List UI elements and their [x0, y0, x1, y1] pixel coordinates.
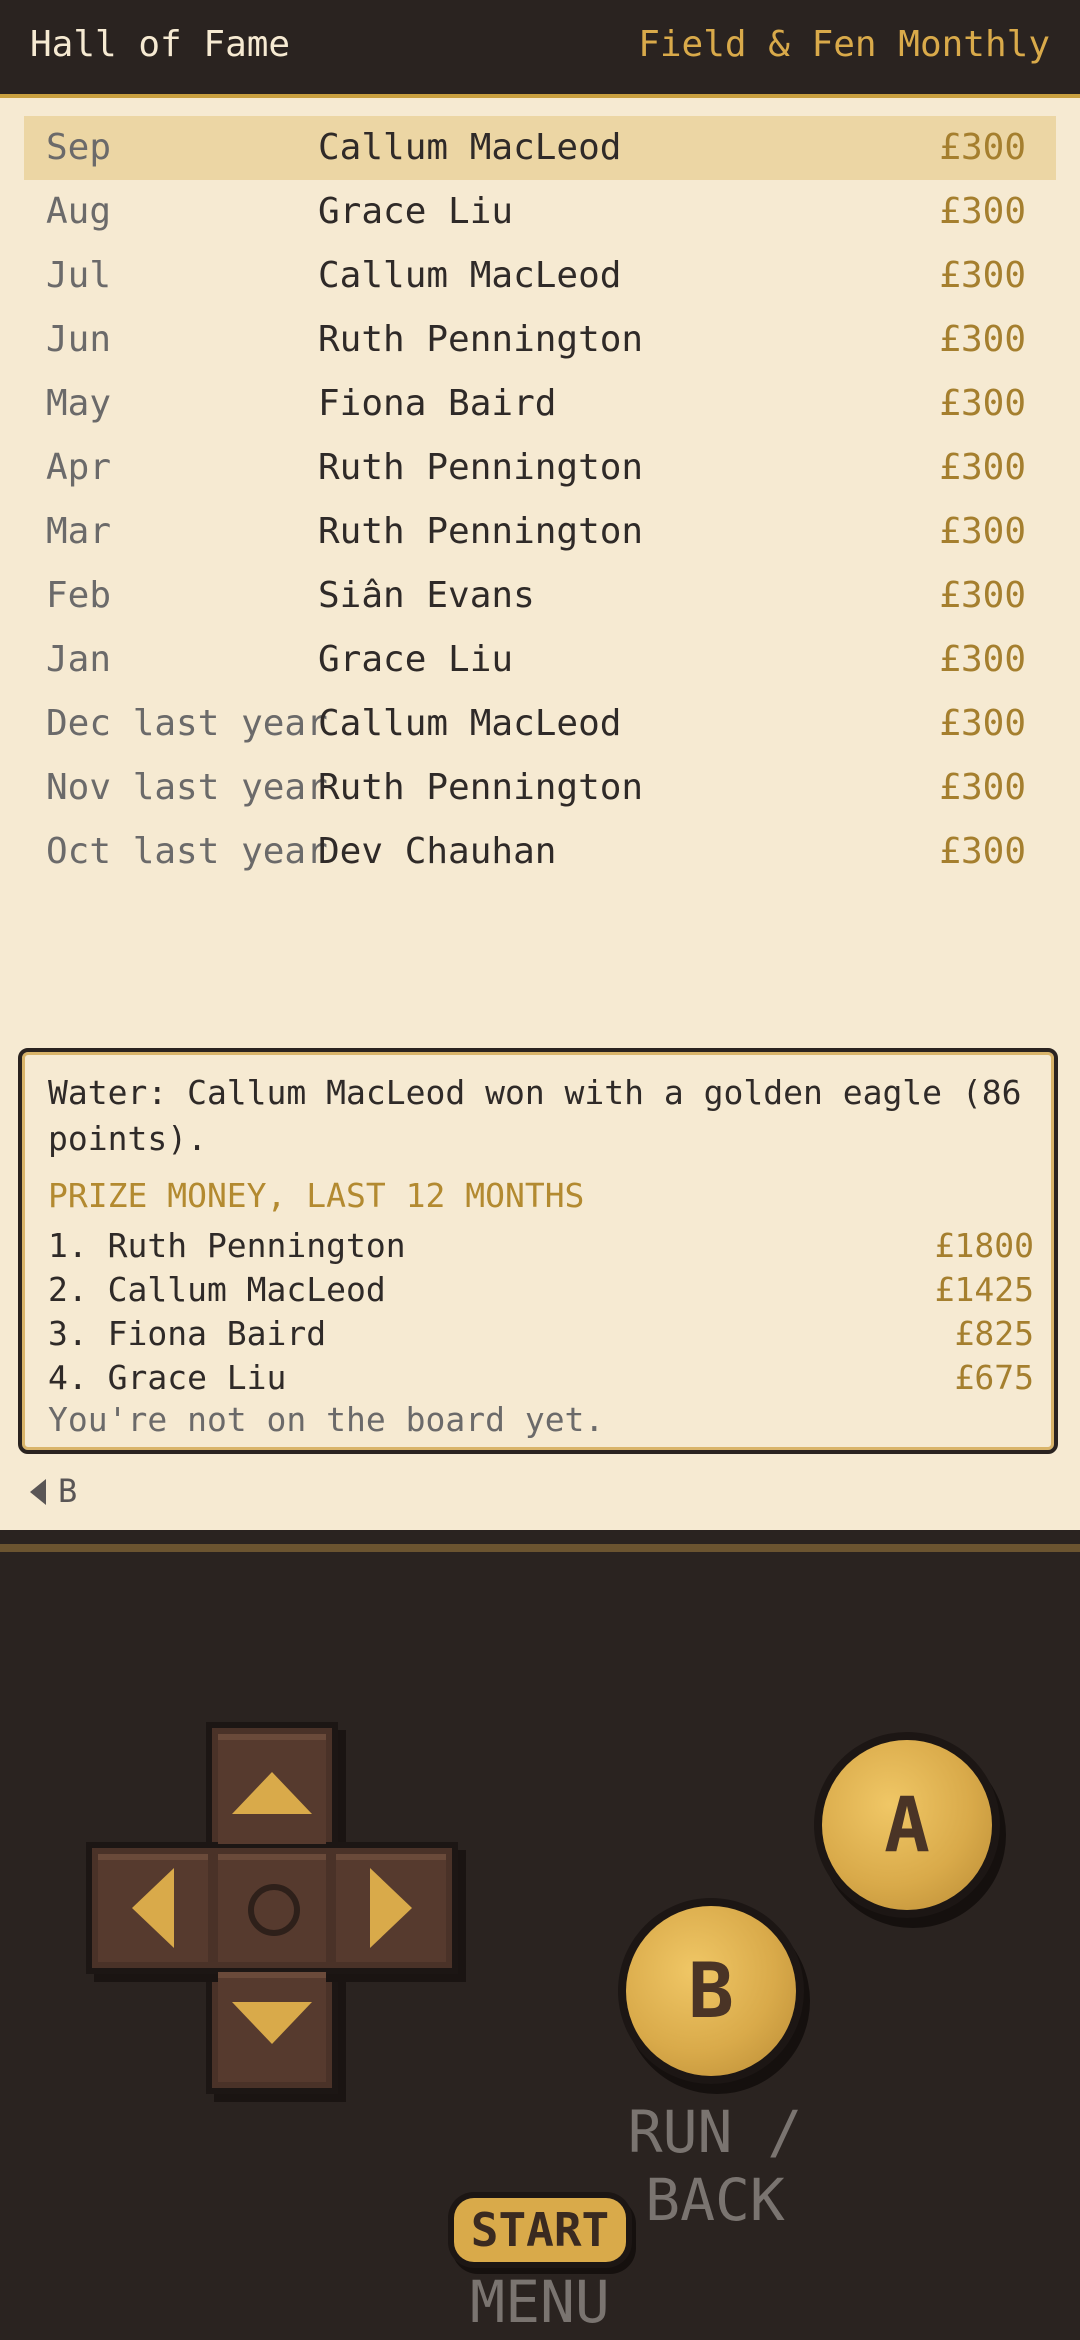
- screen-subtitle: Field & Fen Monthly: [638, 24, 1050, 65]
- leaderboard-heading: PRIZE MONEY, LAST 12 MONTHS: [48, 1176, 585, 1215]
- dpad-right-button[interactable]: [336, 1854, 446, 1962]
- arrow-right-icon: [370, 1868, 412, 1948]
- winner-row[interactable]: Sep Callum MacLeod £300: [24, 116, 1056, 180]
- screen-divider: [0, 1544, 1080, 1552]
- arrow-up-icon: [232, 1772, 312, 1814]
- winner-row[interactable]: Jan Grace Liu £300: [24, 628, 1056, 692]
- screen-title: Hall of Fame: [30, 24, 291, 65]
- winner-name: Dev Chauhan: [318, 831, 557, 872]
- arrow-left-icon: [132, 1868, 174, 1948]
- winner-prize: £300: [939, 831, 1026, 872]
- winner-month: May: [46, 383, 112, 424]
- back-hint: B: [30, 1472, 77, 1510]
- winner-name: Ruth Pennington: [318, 447, 644, 488]
- leaderboard-name: 4. Grace Liu: [48, 1358, 287, 1397]
- dpad-down-button[interactable]: [218, 1972, 326, 2082]
- winner-name: Siân Evans: [318, 575, 535, 616]
- winner-prize: £300: [939, 319, 1026, 360]
- leaderboard-amount: £1800: [934, 1226, 1034, 1265]
- leaderboard-note: You're not on the board yet.: [48, 1400, 605, 1439]
- winner-row[interactable]: May Fiona Baird £300: [24, 372, 1056, 436]
- winner-month: Oct last year: [46, 831, 328, 872]
- leaderboard-row: 4. Grace Liu £675: [48, 1356, 1034, 1400]
- winner-month: Sep: [46, 127, 112, 168]
- winner-name: Callum MacLeod: [318, 703, 622, 744]
- winner-row[interactable]: Oct last year Dev Chauhan £300: [24, 820, 1056, 884]
- leaderboard-row: 3. Fiona Baird £825: [48, 1312, 1034, 1356]
- winner-row[interactable]: Apr Ruth Pennington £300: [24, 436, 1056, 500]
- winner-name: Ruth Pennington: [318, 511, 644, 552]
- circle-icon: [248, 1884, 300, 1936]
- left-triangle-icon: [30, 1479, 46, 1505]
- winner-row[interactable]: Jul Callum MacLeod £300: [24, 244, 1056, 308]
- winner-month: Jan: [46, 639, 112, 680]
- start-button[interactable]: START: [454, 2198, 626, 2262]
- leaderboard: 1. Ruth Pennington £1800 2. Callum MacLeod…: [48, 1224, 1034, 1400]
- dpad: [92, 1728, 452, 2088]
- winner-row[interactable]: Mar Ruth Pennington £300: [24, 500, 1056, 564]
- winner-prize: £300: [939, 703, 1026, 744]
- leaderboard-name: 3. Fiona Baird: [48, 1314, 327, 1353]
- winner-month: Mar: [46, 511, 112, 552]
- dpad-up-button[interactable]: [218, 1734, 326, 1844]
- b-button[interactable]: B: [626, 1906, 796, 2076]
- leaderboard-amount: £1425: [934, 1270, 1034, 1309]
- dpad-left-button[interactable]: [98, 1854, 208, 1962]
- winner-row[interactable]: Dec last year Callum MacLeod £300: [24, 692, 1056, 756]
- back-hint-label: B: [58, 1472, 78, 1510]
- leaderboard-amount: £675: [954, 1358, 1034, 1397]
- arrow-down-icon: [232, 2002, 312, 2044]
- winner-month: Aug: [46, 191, 112, 232]
- title-bar: Hall of Fame Field & Fen Monthly: [0, 0, 1080, 98]
- winner-prize: £300: [939, 383, 1026, 424]
- winner-prize: £300: [939, 127, 1026, 168]
- leaderboard-name: 1. Ruth Pennington: [48, 1226, 406, 1265]
- winner-prize: £300: [939, 255, 1026, 296]
- winner-prize: £300: [939, 191, 1026, 232]
- leaderboard-amount: £825: [954, 1314, 1034, 1353]
- winner-month: Jul: [46, 255, 112, 296]
- winner-row[interactable]: Feb Siân Evans £300: [24, 564, 1056, 628]
- winner-name: Ruth Pennington: [318, 319, 644, 360]
- winner-row[interactable]: Aug Grace Liu £300: [24, 180, 1056, 244]
- winner-month: Dec last year: [46, 703, 328, 744]
- winner-month: Jun: [46, 319, 112, 360]
- winner-row[interactable]: Jun Ruth Pennington £300: [24, 308, 1056, 372]
- start-button-caption: MENU: [470, 2268, 610, 2336]
- leaderboard-row: 1. Ruth Pennington £1800: [48, 1224, 1034, 1268]
- winner-prize: £300: [939, 511, 1026, 552]
- detail-panel: Water: Callum MacLeod won with a golden …: [18, 1048, 1058, 1454]
- game-screen: Hall of Fame Field & Fen Monthly Sep Call…: [0, 0, 1080, 1530]
- winner-prize: £300: [939, 575, 1026, 616]
- winner-name: Callum MacLeod: [318, 255, 622, 296]
- winner-prize: £300: [939, 767, 1026, 808]
- leaderboard-name: 2. Callum MacLeod: [48, 1270, 386, 1309]
- winner-row[interactable]: Nov last year Ruth Pennington £300: [24, 756, 1056, 820]
- winner-prize: £300: [939, 639, 1026, 680]
- winner-name: Callum MacLeod: [318, 127, 622, 168]
- winner-month: Feb: [46, 575, 112, 616]
- winner-name: Fiona Baird: [318, 383, 557, 424]
- leaderboard-row: 2. Callum MacLeod £1425: [48, 1268, 1034, 1312]
- winners-list: Sep Callum MacLeod £300 Aug Grace Liu £300 Jul…: [24, 116, 1056, 884]
- winner-name: Grace Liu: [318, 639, 514, 680]
- winner-name: Grace Liu: [318, 191, 514, 232]
- winner-month: Nov last year: [46, 767, 328, 808]
- detail-message: Water: Callum MacLeod won with a golden …: [48, 1073, 1022, 1158]
- a-button[interactable]: A: [822, 1740, 992, 1910]
- dpad-center: [218, 1854, 326, 1962]
- winner-month: Apr: [46, 447, 112, 488]
- winner-name: Ruth Pennington: [318, 767, 644, 808]
- winner-prize: £300: [939, 447, 1026, 488]
